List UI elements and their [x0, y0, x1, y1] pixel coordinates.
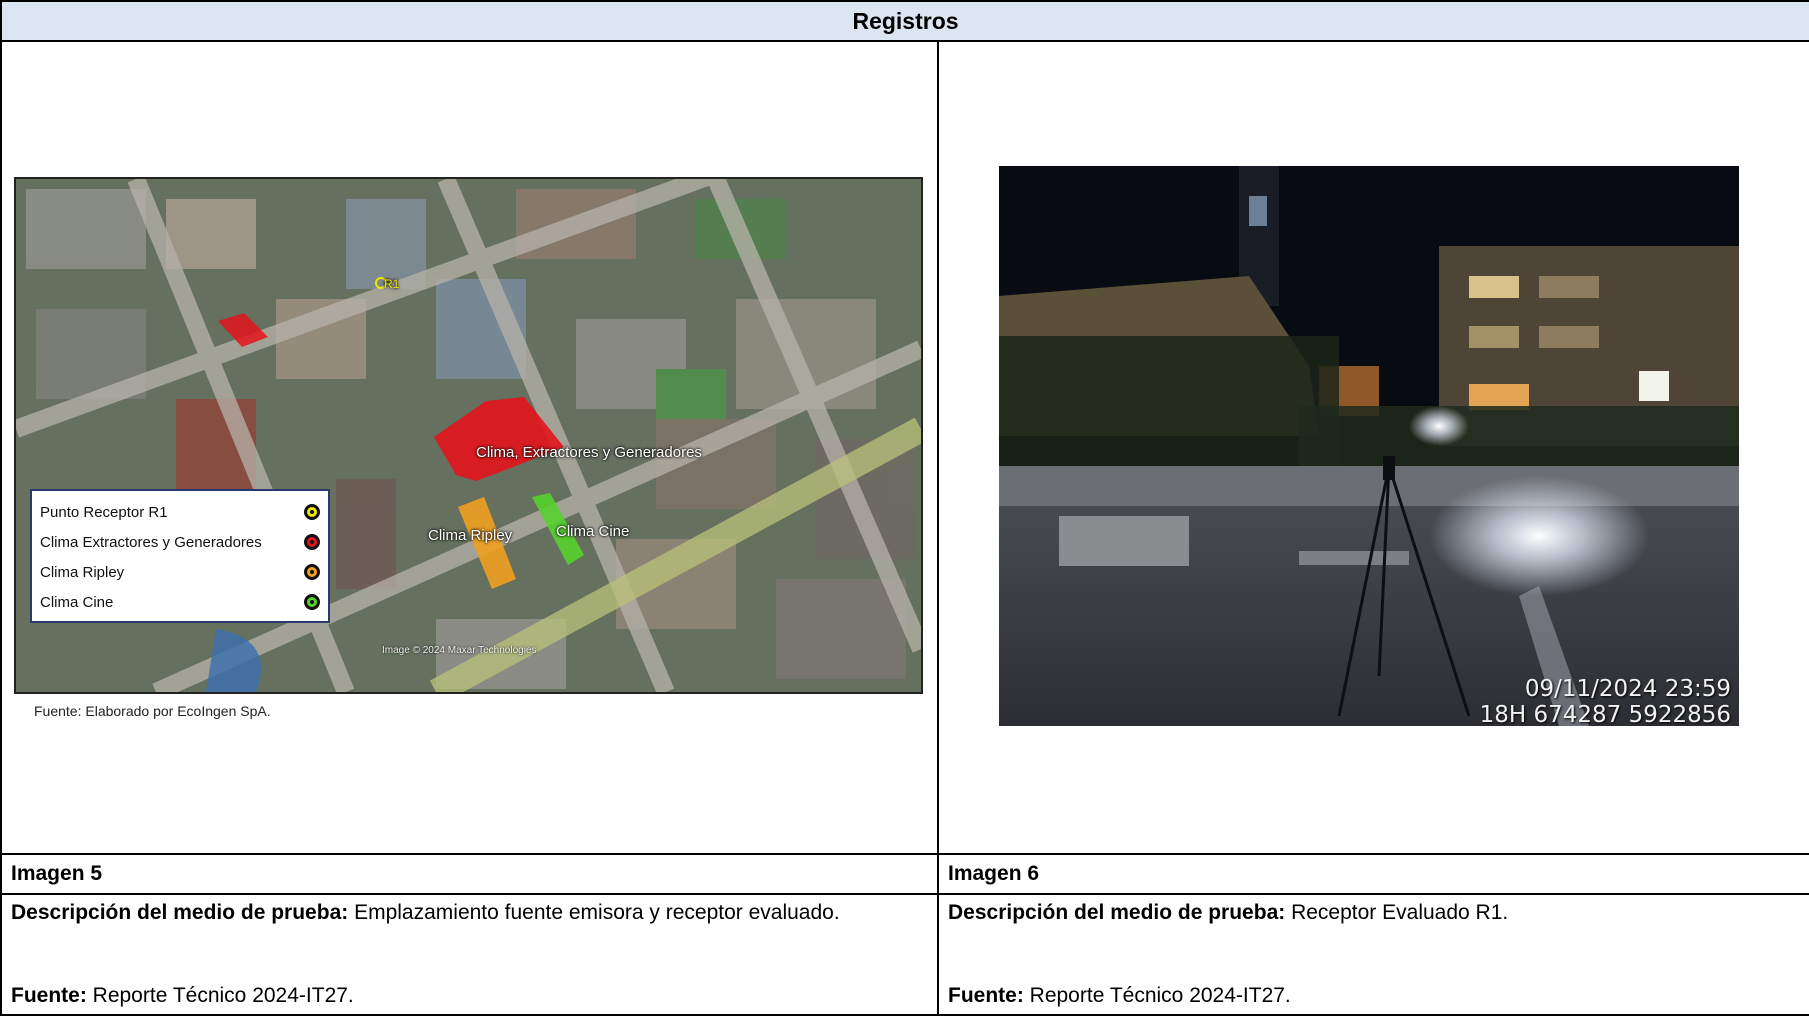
- night-scene-graphic: [999, 166, 1739, 726]
- description-text: Receptor Evaluado R1.: [1285, 901, 1509, 924]
- map-source-note: Fuente: Elaborado por EcoIngen SpA.: [34, 703, 271, 719]
- registros-table: Registros R1 Clima, Extractores y Genera…: [0, 0, 1809, 1016]
- description-cell-left: Descripción del medio de prueba: Emplaza…: [0, 893, 939, 1016]
- legend-item: Clima Ripley: [40, 557, 320, 587]
- source-label: Fuente:: [948, 984, 1024, 1007]
- photo-coordinates: 18H 674287 5922856: [1479, 702, 1731, 726]
- caption-right: Imagen 6: [937, 853, 1809, 895]
- legend-item: Clima Extractores y Generadores: [40, 527, 320, 557]
- legend-dot-icon: [304, 564, 320, 580]
- description-label: Descripción del medio de prueba:: [11, 901, 349, 924]
- legend-label: Punto Receptor R1: [40, 503, 168, 521]
- table-header: Registros: [0, 0, 1809, 42]
- source-label: Fuente:: [11, 984, 87, 1007]
- map-image-credit: Image © 2024 Maxar Technologies: [382, 645, 537, 656]
- source-text: Reporte Técnico 2024-IT27.: [86, 984, 354, 1007]
- legend-label: Clima Extractores y Generadores: [40, 533, 262, 551]
- description-line: Descripción del medio de prueba: Recepto…: [948, 901, 1800, 925]
- description-line: Descripción del medio de prueba: Emplaza…: [11, 901, 928, 925]
- legend-label: Clima Ripley: [40, 563, 125, 581]
- map-label-clima-ripley: Clima Ripley: [428, 527, 513, 544]
- legend-dot-icon: [304, 594, 320, 610]
- legend-dot-icon: [304, 504, 320, 520]
- description-text: Emplazamiento fuente emisora y receptor …: [348, 901, 840, 924]
- source-line: Fuente: Reporte Técnico 2024-IT27.: [11, 984, 928, 1008]
- legend-item: Clima Cine: [40, 587, 320, 617]
- photo-timestamp: 09/11/2024 23:59: [1524, 676, 1731, 702]
- legend-dot-icon: [304, 534, 320, 550]
- legend-label: Clima Cine: [40, 593, 114, 611]
- source-line: Fuente: Reporte Técnico 2024-IT27.: [948, 984, 1800, 1008]
- description-label: Descripción del medio de prueba:: [948, 901, 1286, 924]
- night-photo: 09/11/2024 23:59 18H 674287 5922856: [999, 166, 1739, 726]
- registros-sheet: Registros R1 Clima, Extractores y Genera…: [0, 0, 1809, 1019]
- source-text: Reporte Técnico 2024-IT27.: [1023, 984, 1291, 1007]
- map-label-clima-cine: Clima Cine: [556, 523, 630, 540]
- description-cell-right: Descripción del medio de prueba: Recepto…: [937, 893, 1809, 1016]
- map-legend: Punto Receptor R1 Clima Extractores y Ge…: [30, 489, 330, 623]
- map-image: R1 Clima, Extractores y Generadores Clim…: [14, 177, 923, 694]
- image-cell-left: R1 Clima, Extractores y Generadores Clim…: [0, 40, 939, 855]
- map-label-clima-extractores: Clima, Extractores y Generadores: [476, 444, 702, 461]
- map-label-r1: R1: [384, 277, 400, 291]
- caption-left: Imagen 5: [0, 853, 939, 895]
- image-cell-right: 09/11/2024 23:59 18H 674287 5922856: [937, 40, 1809, 855]
- legend-item: Punto Receptor R1: [40, 497, 320, 527]
